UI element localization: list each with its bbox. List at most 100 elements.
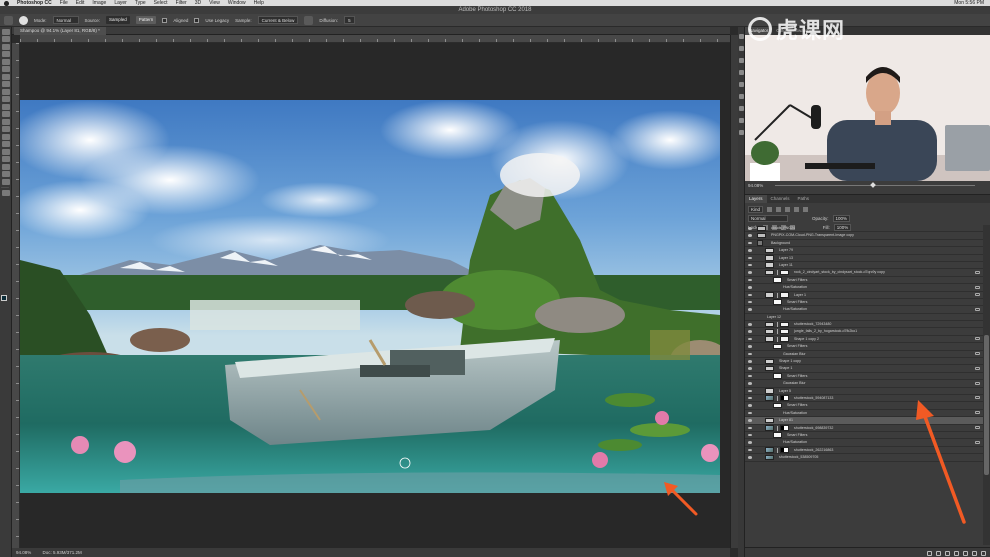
filter-kind-select[interactable]: Kind: [748, 205, 764, 213]
layer-row[interactable]: shutterstock_262216863: [745, 447, 990, 455]
visibility-eye-icon[interactable]: [748, 330, 752, 333]
layer-thumbnail[interactable]: [765, 328, 774, 335]
visibility-eye-icon[interactable]: [748, 293, 752, 297]
pen-tool-icon[interactable]: [2, 141, 10, 147]
sampled-button[interactable]: Sampled: [106, 16, 130, 24]
layer-row[interactable]: Gaussian Blur: [745, 351, 990, 359]
foreground-color-swatch[interactable]: [1, 295, 7, 301]
tab-paths[interactable]: Paths: [794, 195, 814, 203]
gradient-tool-icon[interactable]: [2, 118, 10, 125]
opacity-field[interactable]: 100%: [832, 214, 851, 222]
brush-preset-icon[interactable]: [19, 15, 28, 25]
mask-link-icon[interactable]: [777, 292, 779, 298]
visibility-eye-icon[interactable]: [748, 300, 752, 304]
layer-row[interactable]: shutterstock_594087133: [745, 395, 990, 403]
new-layer-icon[interactable]: [972, 550, 977, 556]
layer-thumbnail[interactable]: [773, 343, 782, 350]
layer-row[interactable]: Layer 81: [745, 417, 990, 425]
aligned-checkbox[interactable]: [162, 17, 168, 23]
canvas-area[interactable]: [20, 43, 730, 548]
horizontal-ruler[interactable]: [20, 35, 730, 43]
layer-row[interactable]: Smart Filters: [745, 373, 990, 381]
visibility-eye-icon[interactable]: [748, 426, 752, 430]
pattern-button[interactable]: Pattern: [135, 16, 157, 24]
layer-mask-thumbnail[interactable]: [780, 395, 789, 401]
layer-row[interactable]: Smart Filters: [745, 432, 990, 440]
brush-tool-icon[interactable]: [2, 88, 10, 95]
delete-layer-icon[interactable]: [981, 550, 986, 556]
history-panel-icon[interactable]: [739, 34, 744, 39]
visibility-eye-icon[interactable]: [748, 367, 752, 370]
visibility-eye-icon[interactable]: [748, 278, 752, 282]
visibility-eye-icon[interactable]: [748, 352, 752, 356]
layer-thumbnail[interactable]: [765, 425, 774, 431]
layer-row[interactable]: PNGPIX-COM-Cloud-PNG-Transparent-Image c…: [745, 232, 990, 240]
layer-effects-icon[interactable]: [975, 270, 980, 274]
visibility-eye-icon[interactable]: [748, 271, 752, 274]
adjustments-panel-icon[interactable]: [739, 94, 744, 99]
layer-thumbnail[interactable]: [765, 336, 774, 342]
filter-shape-icon[interactable]: [794, 206, 800, 212]
properties-panel-icon[interactable]: [739, 82, 744, 87]
visibility-eye-icon[interactable]: [748, 308, 752, 311]
mask-link-icon[interactable]: [777, 322, 779, 328]
navigator-zoom-knob[interactable]: [870, 182, 876, 188]
layer-row[interactable]: Layer 5: [745, 388, 990, 395]
visibility-eye-icon[interactable]: [748, 411, 752, 415]
brushes-panel-icon[interactable]: [739, 58, 744, 63]
mask-link-icon[interactable]: [777, 336, 779, 342]
sample-select[interactable]: Current & Below: [257, 16, 299, 24]
layer-thumbnail[interactable]: [765, 454, 774, 461]
layer-row[interactable]: Shape 1: [745, 365, 990, 373]
layer-effects-icon[interactable]: [975, 366, 980, 370]
visibility-eye-icon[interactable]: [748, 360, 752, 363]
hand-tool-icon[interactable]: [2, 171, 10, 177]
layer-thumbnail[interactable]: [765, 255, 774, 261]
add-mask-icon[interactable]: [945, 550, 950, 556]
layer-row[interactable]: Hue/Saturation: [745, 439, 990, 447]
marquee-tool-icon[interactable]: [2, 36, 10, 42]
visibility-eye-icon[interactable]: [748, 337, 752, 341]
status-zoom[interactable]: 94.08%: [16, 550, 31, 555]
blur-tool-icon[interactable]: [2, 126, 10, 132]
brush-settings-panel-icon[interactable]: [739, 46, 744, 51]
layer-mask-thumbnail[interactable]: [780, 269, 789, 276]
layer-thumbnail[interactable]: [765, 292, 774, 298]
crop-tool-icon[interactable]: [2, 58, 10, 65]
mode-select[interactable]: Normal: [52, 16, 79, 24]
visibility-eye-icon[interactable]: [748, 441, 752, 444]
visibility-eye-icon[interactable]: [748, 241, 752, 245]
layer-row[interactable]: Layer 13: [745, 255, 990, 262]
mask-link-icon[interactable]: [777, 447, 779, 453]
layer-thumbnail[interactable]: [765, 417, 774, 424]
layer-row[interactable]: Smart Filters: [745, 277, 990, 285]
layer-row[interactable]: Hue/Saturation: [745, 284, 990, 292]
layer-row[interactable]: Background: [745, 240, 990, 248]
layer-thumbnail[interactable]: [765, 395, 774, 401]
layer-thumbnail[interactable]: [773, 402, 782, 409]
mask-link-icon[interactable]: [777, 425, 779, 431]
layer-effects-icon[interactable]: [975, 352, 980, 356]
new-group-icon[interactable]: [963, 550, 968, 556]
add-style-icon[interactable]: [936, 550, 941, 556]
layer-thumbnail[interactable]: [773, 299, 782, 305]
layer-mask-thumbnail[interactable]: [780, 336, 789, 342]
layer-mask-thumbnail[interactable]: [780, 447, 789, 453]
eyedropper-tool-icon[interactable]: [2, 73, 10, 80]
layer-thumbnail[interactable]: [765, 358, 774, 365]
layer-effects-icon[interactable]: [975, 411, 980, 415]
mask-link-icon[interactable]: [777, 270, 779, 276]
history-brush-tool-icon[interactable]: [2, 103, 10, 110]
mask-link-icon[interactable]: [777, 395, 779, 401]
quick-select-tool-icon[interactable]: [2, 51, 10, 57]
clone-source-panel-icon[interactable]: [739, 70, 744, 75]
layer-thumbnail[interactable]: [765, 321, 774, 328]
visibility-eye-icon[interactable]: [748, 323, 752, 326]
visibility-eye-icon[interactable]: [748, 433, 752, 437]
layer-row[interactable]: shutterstock_698839732: [745, 425, 990, 432]
visibility-eye-icon[interactable]: [748, 345, 752, 348]
folder-icon[interactable]: [757, 240, 763, 246]
visibility-eye-icon[interactable]: [748, 249, 752, 252]
visibility-eye-icon[interactable]: [748, 389, 752, 393]
layers-scrollbar[interactable]: [983, 225, 990, 545]
